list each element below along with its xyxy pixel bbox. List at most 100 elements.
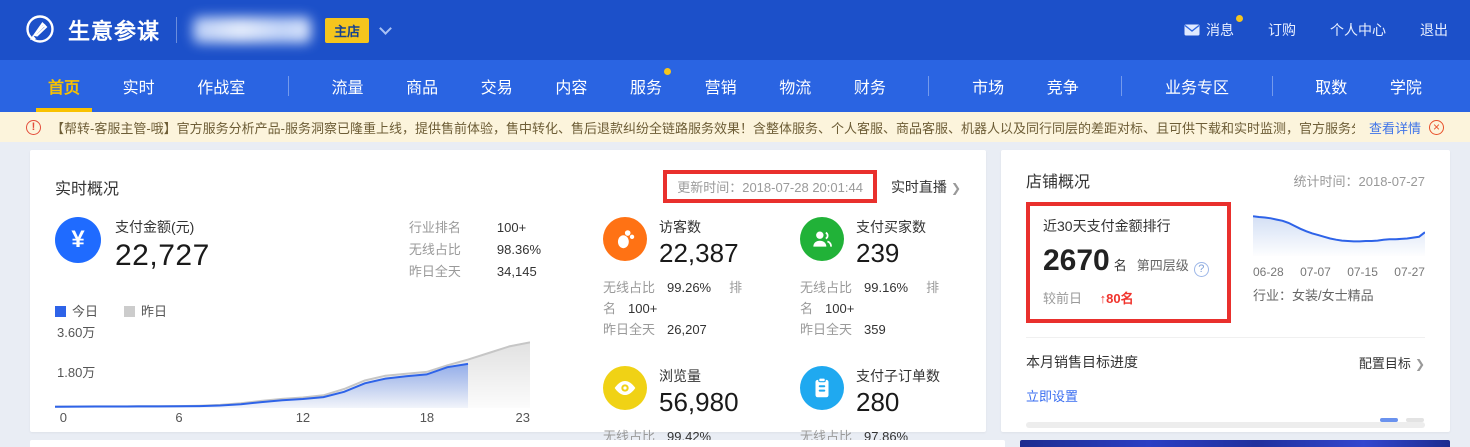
payment-amount-label: 支付金额(元): [115, 217, 210, 237]
rank-value: 2670: [1043, 244, 1110, 278]
legend-yesterday-label: 昨日: [141, 304, 167, 319]
realtime-card-title: 实时概况: [55, 175, 119, 199]
stat-time: 统计时间：2018-07-27: [1293, 171, 1425, 190]
notice-text: 【帮转-客服主管-哦】官方服务分析产品-服务洞察已隆重上线，提供售前体验，售中转…: [51, 118, 1355, 137]
chevron-right-icon: ❯: [1415, 357, 1425, 371]
main-nav: 首页 实时 作战室 流量 商品 交易 内容 服务 营销 物流 财务 市场 竞争 …: [0, 60, 1470, 112]
rank-tier: 第四层级: [1137, 255, 1189, 274]
nav-divider: [1272, 76, 1273, 96]
target-progress-bar: [1026, 422, 1425, 428]
notice-detail-link[interactable]: 查看详情: [1369, 118, 1421, 137]
nav-content[interactable]: 内容: [555, 60, 587, 112]
nav-traffic[interactable]: 流量: [331, 60, 363, 112]
nav-service[interactable]: 服务: [630, 60, 662, 112]
account-link[interactable]: 个人中心: [1330, 20, 1386, 40]
setup-now-link[interactable]: 立即设置: [1026, 386, 1078, 405]
nav-divider: [928, 76, 929, 96]
update-time-highlight-box: 更新时间：2018-07-28 20:01:44: [663, 170, 877, 203]
rank-highlight-box: 近30天支付金额排行 2670 名 第四层级 ? 较前日 ↑80名: [1026, 202, 1231, 323]
compass-logo-icon: [22, 12, 58, 48]
realtime-overview-card: 实时概况 更新时间：2018-07-28 20:01:44 实时直播❯ ¥ 支付…: [30, 150, 986, 432]
content-row: 实时概况 更新时间：2018-07-28 20:01:44 实时直播❯ ¥ 支付…: [0, 142, 1470, 432]
y-axis-tick-upper: 3.60万: [57, 322, 95, 341]
legend-today-label: 今日: [72, 304, 98, 319]
header-actions: 消息 订购 个人中心 退出: [1184, 20, 1448, 40]
vs-prev-day-label: 较前日: [1043, 291, 1082, 306]
help-icon[interactable]: ?: [1194, 262, 1209, 277]
nav-competition[interactable]: 竞争: [1047, 60, 1079, 112]
nav-realtime[interactable]: 实时: [123, 60, 155, 112]
payment-chart-panel: ¥ 支付金额(元) 22,727 行业排名100+ 无线占比98.36% 昨日全…: [55, 217, 545, 447]
update-time-value: 2018-07-28 20:01:44: [742, 180, 863, 195]
payment-stats: 行业排名100+ 无线占比98.36% 昨日全天34,145: [409, 217, 541, 283]
footprint-icon: [603, 217, 647, 261]
orders-link[interactable]: 订购: [1268, 20, 1296, 40]
industry-label: 行业：女装/女士精品: [1253, 285, 1425, 304]
messages-label: 消息: [1206, 20, 1234, 40]
messages-link[interactable]: 消息: [1184, 20, 1234, 40]
x-axis-ticks: 0 6 12 18 23: [55, 410, 530, 426]
app-title: 生意参谋: [68, 14, 160, 46]
nav-business-zone[interactable]: 业务专区: [1165, 60, 1229, 112]
pagination-dash[interactable]: [1406, 418, 1424, 422]
nav-trade[interactable]: 交易: [481, 60, 513, 112]
sales-target-title: 本月销售目标进度: [1026, 352, 1138, 372]
nav-home[interactable]: 首页: [48, 60, 80, 112]
nav-divider: [1121, 76, 1122, 96]
clipboard-icon: [800, 366, 844, 410]
nav-marketing[interactable]: 营销: [705, 60, 737, 112]
shop-overview-card: 店铺概况 统计时间：2018-07-27 近30天支付金额排行 2670 名 第…: [1001, 150, 1450, 432]
rank-unit: 名: [1114, 255, 1127, 274]
nav-finance[interactable]: 财务: [854, 60, 886, 112]
nav-market[interactable]: 市场: [972, 60, 1004, 112]
notification-dot: [1236, 15, 1243, 22]
rank-change-value: 80名: [1106, 291, 1133, 306]
nav-logistics[interactable]: 物流: [779, 60, 811, 112]
rank-trend-svg: [1253, 206, 1425, 256]
chart-legend: 今日 昨日: [55, 301, 545, 320]
y-axis-tick-lower: 1.80万: [57, 362, 95, 381]
logout-link[interactable]: 退出: [1420, 20, 1448, 40]
live-broadcast-link[interactable]: 实时直播❯: [891, 177, 961, 197]
chevron-right-icon: ❯: [951, 181, 961, 195]
rank-x-axis-ticks: 06-28 07-07 07-15 07-27: [1253, 265, 1425, 279]
chevron-down-icon[interactable]: [379, 22, 392, 35]
shop-card-title: 店铺概况: [1026, 168, 1090, 192]
partial-promo-banner: [1020, 440, 1450, 447]
metric-sub-orders: 支付子订单数 280 无线占比97.86% 昨日全天394: [800, 366, 961, 447]
configure-target-link[interactable]: 配置目标❯: [1359, 353, 1425, 372]
realtime-line-chart[interactable]: 3.60万 1.80万: [55, 324, 545, 428]
metric-visitors: 访客数 22,387 无线占比99.26%排名100+ 昨日全天26,207: [603, 217, 764, 340]
rank-trend-chart[interactable]: 06-28 07-07 07-15 07-27 行业：女装/女士精品: [1253, 202, 1425, 323]
store-name-blurred: [193, 17, 311, 43]
buyers-people-icon: [800, 217, 844, 261]
header-divider: [176, 17, 177, 43]
nav-divider: [288, 76, 289, 96]
area-chart-svg: [55, 328, 530, 408]
legend-yesterday-swatch: [124, 306, 135, 317]
card-pagination: [1380, 418, 1424, 422]
nav-products[interactable]: 商品: [406, 60, 438, 112]
metric-pageviews: 浏览量 56,980 无线占比99.42% 昨日全天72,999: [603, 366, 764, 447]
yen-icon: ¥: [55, 217, 101, 263]
notice-banner: ! 【帮转-客服主管-哦】官方服务分析产品-服务洞察已隆重上线，提供售前体验，售…: [0, 112, 1470, 142]
legend-today-swatch: [55, 306, 66, 317]
envelope-icon: [1184, 24, 1200, 36]
brand[interactable]: 生意参谋: [22, 12, 160, 48]
alert-icon: !: [26, 120, 41, 135]
section-divider: [1026, 337, 1425, 338]
update-time-label: 更新时间：: [677, 180, 742, 195]
close-icon[interactable]: ×: [1429, 120, 1444, 135]
partial-card: [30, 440, 1005, 447]
top-header: 生意参谋 主店 消息 订购 个人中心 退出: [0, 0, 1470, 60]
rank-title: 近30天支付金额排行: [1043, 216, 1214, 236]
eye-icon: [603, 366, 647, 410]
metric-grid: 访客数 22,387 无线占比99.26%排名100+ 昨日全天26,207: [545, 217, 961, 447]
metric-buyers: 支付买家数 239 无线占比99.16%排名100+ 昨日全天359: [800, 217, 961, 340]
payment-amount-value: 22,727: [115, 239, 210, 273]
nav-academy[interactable]: 学院: [1390, 60, 1422, 112]
nav-war-room[interactable]: 作战室: [197, 60, 245, 112]
pagination-dash-active[interactable]: [1380, 418, 1398, 422]
store-badge: 主店: [325, 18, 369, 43]
nav-data-fetch[interactable]: 取数: [1315, 60, 1347, 112]
